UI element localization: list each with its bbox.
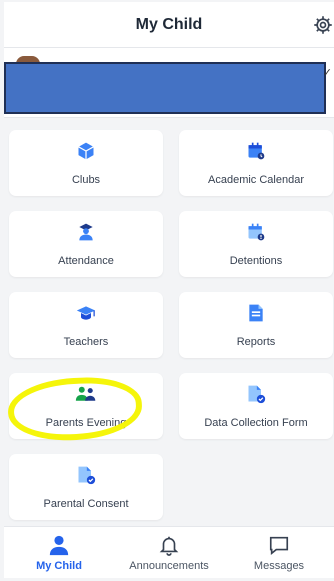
tab-label: Messages	[253, 560, 305, 572]
tab-announcements[interactable]: Announcements	[114, 527, 224, 579]
form-document-check-icon	[245, 383, 267, 405]
tile-label: Attendance	[58, 255, 114, 267]
tile-academic-calendar[interactable]: Academic Calendar	[179, 130, 333, 196]
tab-label: Announcements	[129, 560, 209, 572]
tile-label: Reports	[236, 336, 276, 348]
bottom-tab-bar: My Child Announcements Messages	[4, 526, 334, 578]
tab-messages[interactable]: Messages	[224, 527, 334, 579]
menu-grid: Clubs Academic Calendar Attendance Deten…	[0, 0, 334, 581]
report-document-icon	[245, 302, 267, 324]
tile-attendance[interactable]: Attendance	[9, 211, 163, 277]
tile-parental-consent[interactable]: Parental Consent	[9, 454, 163, 520]
tile-label: Parents Evening	[45, 417, 127, 429]
tab-my-child[interactable]: My Child	[4, 527, 114, 579]
parents-group-icon	[75, 383, 97, 405]
tile-data-collection-form[interactable]: Data Collection Form	[179, 373, 333, 439]
attendance-person-icon	[75, 221, 97, 243]
person-icon	[47, 533, 71, 557]
detentions-calendar-alert-icon	[245, 221, 267, 243]
tile-label: Clubs	[71, 174, 101, 186]
message-bubble-icon	[267, 533, 291, 557]
tile-clubs[interactable]: Clubs	[9, 130, 163, 196]
tile-label: Data Collection Form	[204, 417, 308, 429]
tile-label: Teachers	[63, 336, 109, 348]
tile-detentions[interactable]: Detentions	[179, 211, 333, 277]
tile-label: Detentions	[229, 255, 283, 267]
clubs-cube-icon	[75, 140, 97, 162]
tab-label: My Child	[36, 560, 82, 572]
calendar-icon	[245, 140, 267, 162]
tile-label: Academic Calendar	[208, 174, 304, 186]
tile-reports[interactable]: Reports	[179, 292, 333, 358]
tile-parents-evening[interactable]: Parents Evening	[9, 373, 163, 439]
tile-teachers[interactable]: Teachers	[9, 292, 163, 358]
consent-document-check-icon	[75, 464, 97, 486]
tile-label: Parental Consent	[43, 498, 129, 510]
bell-icon	[157, 533, 181, 557]
mortarboard-icon	[75, 302, 97, 324]
